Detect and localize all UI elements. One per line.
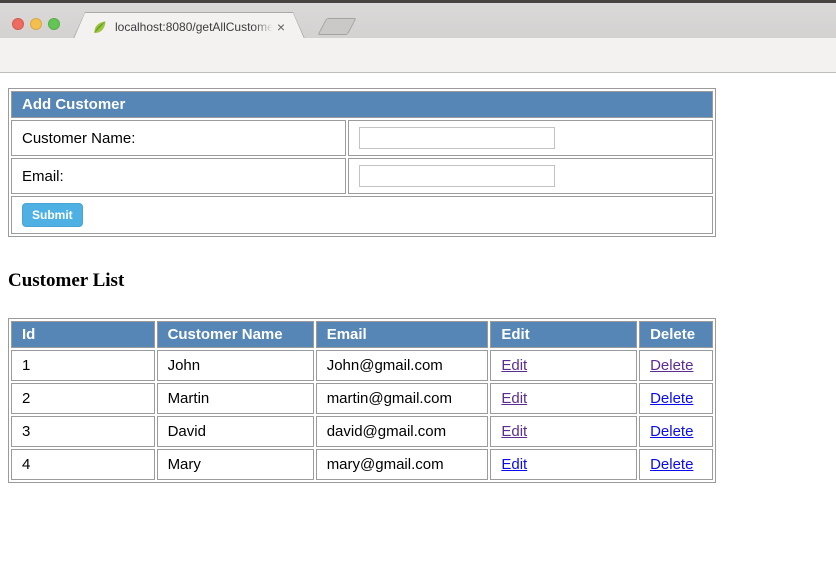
cell-name: Martin xyxy=(157,383,314,414)
edit-link[interactable]: Edit xyxy=(501,423,527,440)
customer-name-label: Customer Name: xyxy=(11,120,346,156)
column-header-name: Customer Name xyxy=(157,321,314,348)
column-header-id: Id xyxy=(11,321,155,348)
customer-list-heading: Customer List xyxy=(8,270,124,292)
browser-tab[interactable]: localhost:8080/getAllCustomers × xyxy=(72,12,306,41)
submit-button[interactable]: Submit xyxy=(22,203,83,227)
window-controls xyxy=(12,18,60,30)
tab-bar: localhost:8080/getAllCustomers × xyxy=(0,3,836,38)
edit-link[interactable]: Edit xyxy=(501,390,527,407)
email-input[interactable] xyxy=(359,165,555,187)
form-title: Add Customer xyxy=(11,91,713,118)
delete-link[interactable]: Delete xyxy=(650,357,693,374)
cell-id: 1 xyxy=(11,350,155,381)
edit-link[interactable]: Edit xyxy=(501,456,527,473)
close-window-button[interactable] xyxy=(12,18,24,30)
browser-toolbar: ← → ↻ i localhost:8080/getAllCustomers xyxy=(0,38,836,73)
table-row: 2 Martin martin@gmail.com Edit Delete xyxy=(11,383,713,414)
cell-name: Mary xyxy=(157,449,314,480)
tab-title: localhost:8080/getAllCustomers xyxy=(115,20,273,34)
delete-link[interactable]: Delete xyxy=(650,390,693,407)
cell-id: 3 xyxy=(11,416,155,447)
zoom-window-button[interactable] xyxy=(48,18,60,30)
edit-link[interactable]: Edit xyxy=(501,357,527,374)
delete-link[interactable]: Delete xyxy=(650,423,693,440)
column-header-delete: Delete xyxy=(639,321,713,348)
form-row: Customer Name: xyxy=(11,120,713,156)
cell-email: david@gmail.com xyxy=(316,416,489,447)
form-row: Email: xyxy=(11,158,713,194)
delete-link[interactable]: Delete xyxy=(650,456,693,473)
cell-id: 4 xyxy=(11,449,155,480)
column-header-edit: Edit xyxy=(490,321,637,348)
page-content: Add Customer Customer Name: Email: Submi… xyxy=(0,74,836,564)
new-tab-button[interactable] xyxy=(317,18,356,35)
table-row: 1 John John@gmail.com Edit Delete xyxy=(11,350,713,381)
cell-name: David xyxy=(157,416,314,447)
table-row: 3 David david@gmail.com Edit Delete xyxy=(11,416,713,447)
cell-email: mary@gmail.com xyxy=(316,449,489,480)
cell-name: John xyxy=(157,350,314,381)
customer-list-table: Id Customer Name Email Edit Delete 1 Joh… xyxy=(8,318,716,483)
cell-email: martin@gmail.com xyxy=(316,383,489,414)
spring-leaf-favicon xyxy=(91,19,108,36)
add-customer-form-table: Add Customer Customer Name: Email: Submi… xyxy=(8,88,716,237)
email-label: Email: xyxy=(11,158,346,194)
cell-email: John@gmail.com xyxy=(316,350,489,381)
table-header-row: Id Customer Name Email Edit Delete xyxy=(11,321,713,348)
table-row: 4 Mary mary@gmail.com Edit Delete xyxy=(11,449,713,480)
minimize-window-button[interactable] xyxy=(30,18,42,30)
customer-name-input[interactable] xyxy=(359,127,555,149)
cell-id: 2 xyxy=(11,383,155,414)
tab-close-icon[interactable]: × xyxy=(277,20,285,34)
column-header-email: Email xyxy=(316,321,489,348)
